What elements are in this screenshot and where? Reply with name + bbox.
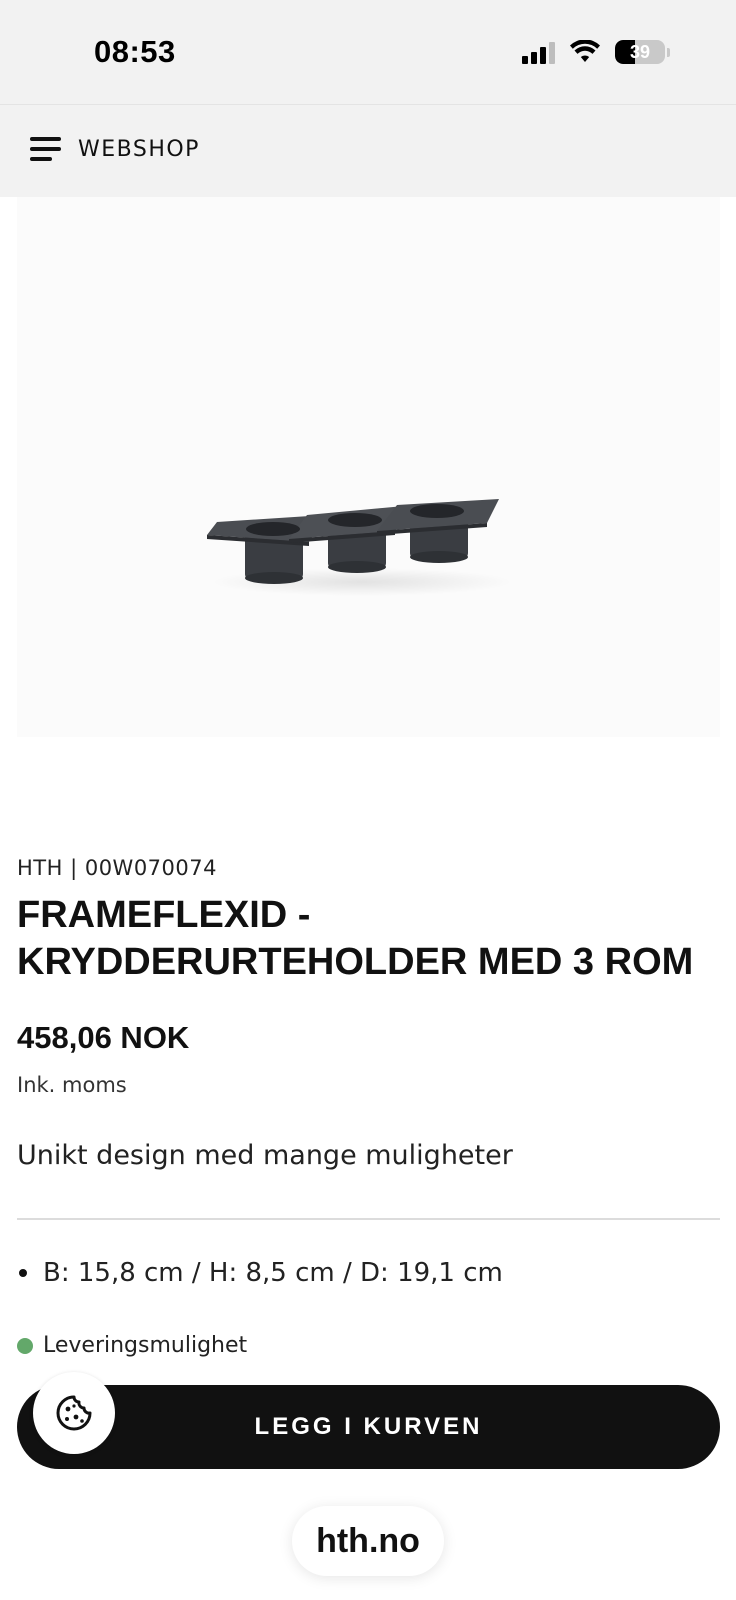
- product-price: 458,06 NOK: [17, 1020, 190, 1055]
- battery-percent: 39: [629, 41, 651, 62]
- herb-holder-product-image: [207, 499, 512, 596]
- cellular-signal-icon: [522, 40, 555, 64]
- brand-sku: HTH | 00W070074: [17, 856, 217, 880]
- bullet-icon: [19, 1269, 27, 1277]
- status-icons: 39: [522, 40, 670, 64]
- product-title-line-1: FRAMEFLEXID -: [17, 894, 311, 936]
- dimension-spec: B: 15,8 cm / H: 8,5 cm / D: 19,1 cm: [17, 1258, 503, 1288]
- status-bar: 08:53 39: [0, 0, 736, 104]
- delivery-status-dot-icon: [17, 1337, 33, 1354]
- url-text: hth.no: [316, 1521, 420, 1560]
- cookie-settings-button[interactable]: [33, 1372, 115, 1454]
- delivery-status: Leveringsmulighet: [17, 1333, 247, 1358]
- product-image[interactable]: [17, 197, 720, 737]
- battery-icon: 39: [615, 40, 665, 64]
- status-time: 08:53: [94, 34, 176, 69]
- dimension-text: B: 15,8 cm / H: 8,5 cm / D: 19,1 cm: [43, 1258, 503, 1288]
- product-title-line-2: KRYDDERURTEHOLDER MED 3 ROM: [17, 941, 694, 983]
- top-navigation: WEBSHOP: [0, 104, 736, 197]
- wifi-icon: [570, 40, 600, 62]
- product-title: FRAMEFLEXID - KRYDDERURTEHOLDER MED 3 RO…: [17, 892, 717, 986]
- add-to-cart-label: LEGG I KURVEN: [254, 1413, 483, 1440]
- delivery-text: Leveringsmulighet: [43, 1333, 248, 1358]
- browser-url-bar[interactable]: hth.no: [292, 1506, 444, 1576]
- divider: [17, 1218, 720, 1220]
- webshop-nav-label[interactable]: WEBSHOP: [78, 137, 200, 162]
- hamburger-menu-icon[interactable]: [30, 137, 61, 163]
- add-to-cart-button[interactable]: LEGG I KURVEN: [17, 1385, 720, 1469]
- product-tagline: Unikt design med mange muligheter: [17, 1140, 513, 1171]
- cookie-icon: [56, 1395, 92, 1431]
- vat-note: Ink. moms: [17, 1073, 127, 1097]
- battery-indicator: 39: [615, 40, 670, 64]
